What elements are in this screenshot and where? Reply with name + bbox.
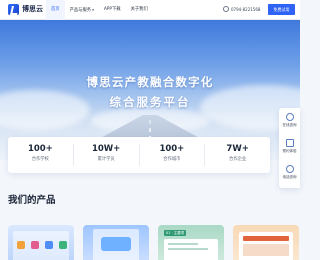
products-section-title: 我们的产品 xyxy=(8,195,56,206)
headset-icon xyxy=(285,113,294,121)
brand-logo[interactable]: 博思云 xyxy=(8,4,43,15)
product-card[interactable] xyxy=(8,225,74,260)
app-icon xyxy=(59,241,67,249)
menu-item-app-download[interactable]: APP下载 xyxy=(99,0,126,20)
side-label: 在线咨询 xyxy=(282,123,297,127)
illustration xyxy=(101,237,131,251)
main-menu: 首页 产品与服务▾ APP下载 关于我们 xyxy=(46,0,153,20)
menu-label: 关于我们 xyxy=(130,7,148,12)
stat-value: 100+ xyxy=(27,144,53,154)
stat-value: 100+ xyxy=(159,144,185,154)
stat-value: 10W+ xyxy=(91,144,121,154)
text-line xyxy=(168,243,198,245)
menu-label: APP下载 xyxy=(103,7,121,12)
free-trial-button[interactable]: 免费试用 xyxy=(268,4,295,15)
card-chip: 01 · 主要项 xyxy=(164,230,187,236)
calendar-icon xyxy=(285,139,294,147)
app-icon xyxy=(45,241,53,249)
stat-cities: 100+ 合作城市 xyxy=(140,144,206,166)
stat-label: 合作学校 xyxy=(31,157,49,162)
phone-number[interactable]: 0794-8221568 xyxy=(223,6,260,12)
product-card[interactable] xyxy=(83,225,149,260)
stat-label: 合作城市 xyxy=(163,157,181,162)
menu-item-about[interactable]: 关于我们 xyxy=(126,0,153,20)
app-icon xyxy=(31,241,39,249)
product-card[interactable] xyxy=(233,225,299,260)
app-icon xyxy=(17,241,25,249)
online-consult-button[interactable]: 在线咨询 xyxy=(279,110,300,134)
text-line xyxy=(168,248,208,250)
stat-schools: 100+ 合作学校 xyxy=(8,144,74,166)
logo-icon xyxy=(8,4,19,15)
chevron-down-icon: ▾ xyxy=(92,8,94,12)
hero-title: 博思云产教融合数字化 xyxy=(86,75,214,89)
stat-enterprises: 7W+ 合作企业 xyxy=(205,144,270,166)
phone-icon xyxy=(285,165,294,173)
hero-subtitle: 综合服务平台 xyxy=(109,95,191,109)
side-label: 预约体验 xyxy=(282,149,297,153)
phone-consult-button[interactable]: 电话咨询 xyxy=(279,162,300,186)
stat-label: 合作企业 xyxy=(229,157,247,162)
book-trial-button[interactable]: 预约体验 xyxy=(279,136,300,160)
stats-bar: 100+ 合作学校 10W+ 累计学员 100+ 合作城市 7W+ 合作企业 xyxy=(8,137,270,173)
menu-label: 产品与服务 xyxy=(69,8,92,13)
product-card[interactable]: 01 · 主要项 xyxy=(158,225,224,260)
floating-toolbar: 在线咨询 预约体验 电话咨询 xyxy=(279,108,300,188)
top-navbar: 博思云 首页 产品与服务▾ APP下载 关于我们 0794-8221568 免费… xyxy=(0,0,300,20)
menu-item-home[interactable]: 首页 xyxy=(46,0,65,20)
stat-label: 累计学员 xyxy=(97,157,115,162)
side-label: 电话咨询 xyxy=(282,175,297,179)
logo-text: 博思云 xyxy=(22,5,43,13)
stat-value: 7W+ xyxy=(226,144,249,154)
menu-item-products[interactable]: 产品与服务▾ xyxy=(65,0,99,20)
phone-icon xyxy=(223,6,229,12)
content-block xyxy=(243,244,289,256)
product-cards: 01 · 主要项 xyxy=(8,225,300,260)
phone-text: 0794-8221568 xyxy=(231,6,261,12)
stat-students: 10W+ 累计学员 xyxy=(74,144,140,166)
banner-bar xyxy=(243,236,289,241)
menu-label: 首页 xyxy=(51,7,60,12)
